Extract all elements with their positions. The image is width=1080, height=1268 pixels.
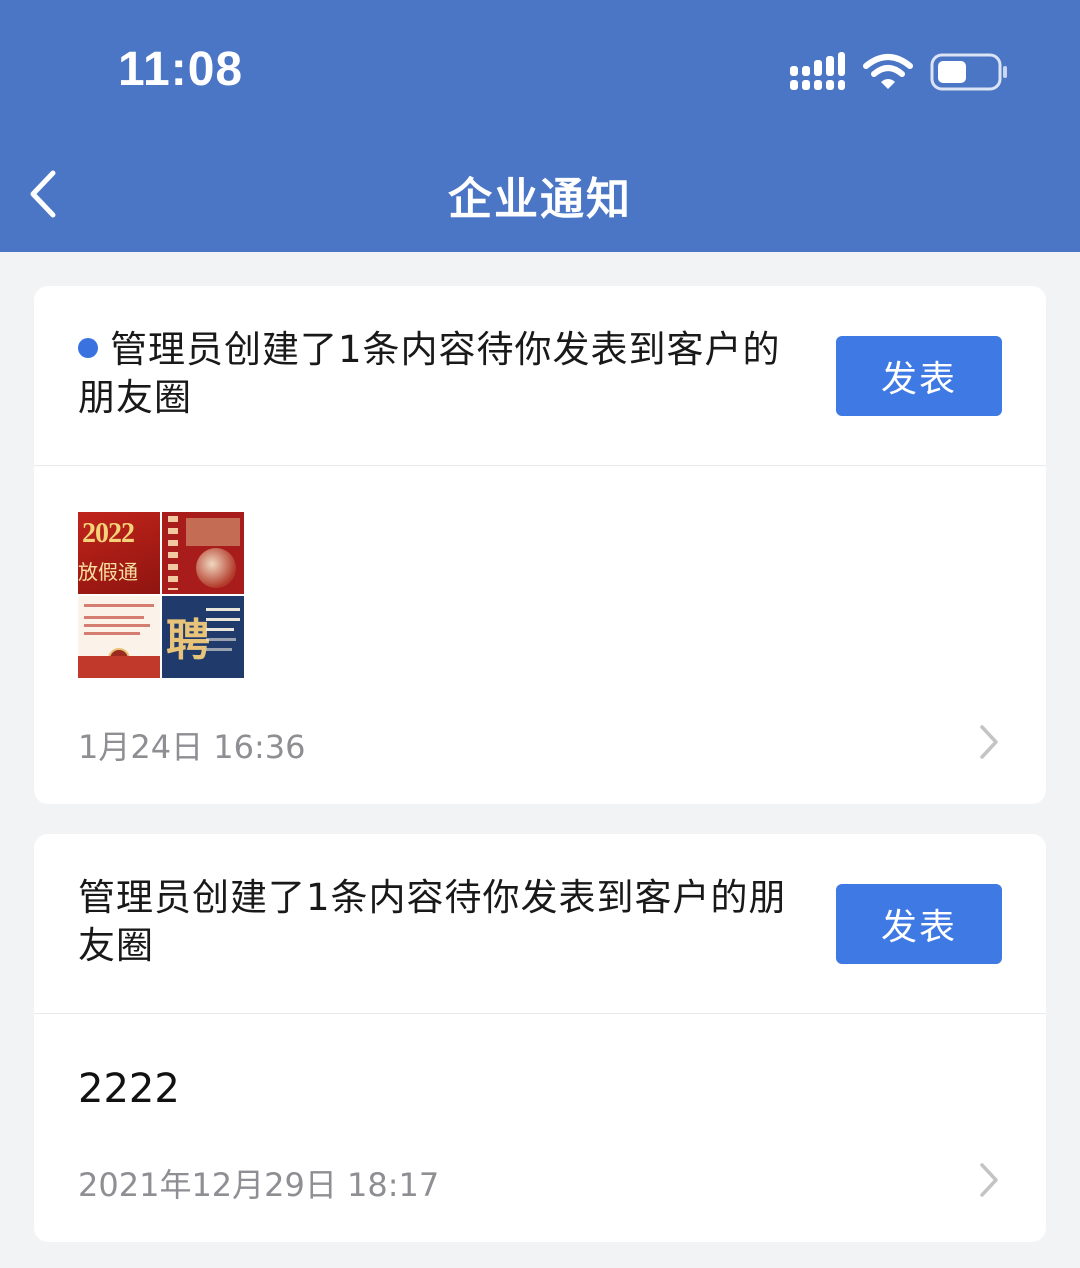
thumbnail-tile: 2022 放假通: [78, 512, 160, 594]
notification-title: 管理员创建了1条内容待你发表到客户的朋友圈: [78, 876, 787, 967]
status-time: 11:08: [118, 43, 244, 96]
notification-card[interactable]: 管理员创建了1条内容待你发表到客户的朋友圈 发表 2022 放假通 聘 1月24…: [34, 286, 1046, 804]
notification-date: 1月24日 16:36: [78, 728, 306, 766]
chevron-right-icon[interactable]: [978, 724, 1000, 760]
unread-dot: [78, 338, 98, 358]
notification-title: 管理员创建了1条内容待你发表到客户的朋友圈: [78, 326, 798, 422]
content-thumbnail[interactable]: 2022 放假通 聘: [78, 512, 244, 678]
thumbnail-caption: 放假通: [78, 560, 138, 584]
publish-button[interactable]: 发表: [836, 884, 1002, 964]
notification-title-text: 管理员创建了1条内容待你发表到客户的朋友圈: [78, 328, 781, 419]
notification-header: 管理员创建了1条内容待你发表到客户的朋友圈 发表: [34, 834, 1046, 1014]
thumbnail-tile: 聘: [162, 596, 244, 678]
page-title: 企业通知: [448, 174, 632, 225]
notification-date: 2021年12月29日 18:17: [78, 1166, 440, 1204]
signal-icon: [790, 52, 845, 90]
chevron-right-icon[interactable]: [978, 1162, 1000, 1198]
thumbnail-tile: [162, 512, 244, 594]
notification-card[interactable]: 管理员创建了1条内容待你发表到客户的朋友圈 发表 2222 2021年12月29…: [34, 834, 1046, 1242]
battery-icon: [930, 53, 1007, 91]
publish-button[interactable]: 发表: [836, 336, 1002, 416]
notification-content: 2222: [78, 1066, 180, 1112]
top-bar: 11:08 企业通知: [0, 0, 1080, 252]
thumbnail-year: 2022: [82, 518, 135, 549]
wifi-icon: [863, 54, 913, 89]
notification-header: 管理员创建了1条内容待你发表到客户的朋友圈 发表: [34, 286, 1046, 466]
thumbnail-tile: [78, 596, 160, 678]
